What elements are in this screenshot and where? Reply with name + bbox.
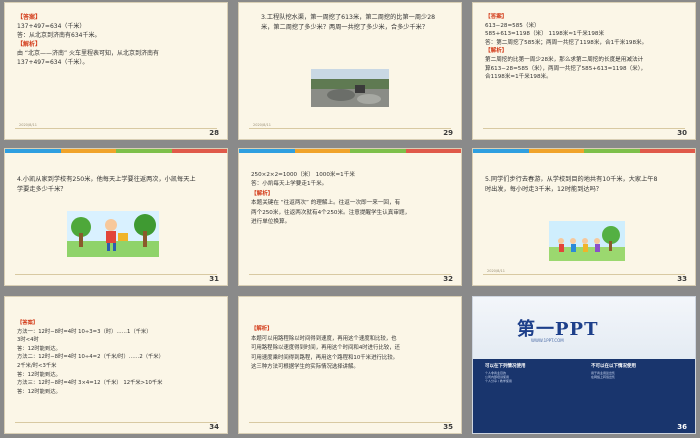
slide-content: 【答案】 137+497=634（千米） 答：从北京到济南有634千米。 【解析… [17,13,217,67]
slide-thumbnail-34[interactable]: 【答案】 方法一：12时−8时=4时 10÷3=3（时）……1（千米） 3时<4… [4,296,228,434]
slide-thumbnail-28[interactable]: 【答案】 137+497=634（千米） 答：从北京到济南有634千米。 【解析… [4,2,228,140]
text-line: 进行单位换算。 [251,219,291,226]
usage-allowed-heading: 可以在下列情况使用 [485,364,526,369]
text-line: 由 “北京——济南” 火车里程表可知，从北京到济南有 [17,50,160,57]
slide-thumbnail-36[interactable]: 第一PPT WWW.1PPT.COM 可以在下列情况使用 个人非商业目的 公司内… [472,296,696,434]
text-line: 可用速度乘时间得到路程，再用这个路程和10千米进行比较。 [251,354,399,361]
color-bar [239,149,461,153]
text-line: 答：从北京到济南有634千米。 [17,32,101,39]
question-line: 时出发，每小时走3千米，12时能到达吗？ [485,186,602,193]
slide-content: 【解析】 本题可以用路程除以时间得到速度，再用这个速度和比较，也 可用路程除以速… [251,325,451,373]
list-item: 个人分享 / 教学使用 [485,379,512,384]
spring-outing-illustration [549,221,625,261]
text-line: 方法二：12时−8时=4时 10÷4=2（千米/时）……2（千米） [17,354,164,361]
text-line: 3时<4时 [17,337,39,344]
text-line: 2千米/时<3千米 [17,362,57,369]
slide-number: 29 [443,129,453,137]
answer-tag: 【答案】 [485,14,508,20]
slide-date: 2020/8/11 [19,123,37,127]
slide-sorter-grid: 【答案】 137+497=634（千米） 答：从北京到济南有634千米。 【解析… [0,0,700,438]
text-line: 两个250米，往返两次就有4个250米。注意提醒学生认真审题， [251,209,411,216]
slide-thumbnail-31[interactable]: 4.小凯从家到学校有250米，他每天上学要往返两次，小凯每天上 学要走多少千米？… [4,148,228,286]
slide-number: 32 [443,275,453,283]
question-line: 5.同学们步行去春游，从学校到目的地共有10千米，大家上午8 [485,176,658,183]
boy-walking-illustration [67,211,159,257]
slide-number: 28 [209,129,219,137]
text-line: 本题可以用路程除以时间得到速度，再用这个速度和比较，也 [251,335,397,342]
text-line: 方法三：12时−8时=4时 3×4=12（千米） 12千米>10千米 [17,380,163,387]
text-line: 第二周挖的比第一周少28米，那么求第二周挖的长度是用减法计 [485,56,644,63]
text-line: 方法一：12时−8时=4时 10÷3=3（时）……1（千米） [17,328,152,335]
text-line: 137+497=634（千米） [17,23,86,30]
color-bar [5,149,227,153]
divider [15,274,217,275]
text-line: 答：小凯每天上学要走1千米。 [251,181,328,188]
usage-allowed-list: 个人非商业目的 公司内部培训使用 个人分享 / 教学使用 [485,371,512,384]
analysis-tag: 【解析】 [485,48,508,55]
slide-content: 5.同学们步行去春游，从学校到目的地共有10千米，大家上午8 时出发，每小时走3… [485,175,685,195]
slide-number: 36 [677,423,687,431]
question-line: 学要走多少千米？ [17,186,67,193]
text-line: 613−28=585（米） [485,22,540,29]
analysis-tag: 【解析】 [251,326,273,332]
slide-thumbnail-33[interactable]: 5.同学们步行去春游，从学校到目的地共有10千米，大家上午8 时出发，每小时走3… [472,148,696,286]
text-line: 答：12时能到达。 [17,388,61,395]
answer-tag: 【答案】 [17,320,39,326]
slide-thumbnail-32[interactable]: 250×2×2=1000（米） 1000米=1千米 答：小凯每天上学要走1千米。… [238,148,462,286]
divider [15,422,217,423]
text-line: 585+613=1198（米） 1198米≈1千米198米 [485,31,605,38]
slide-number: 30 [677,129,687,137]
canal-photo [311,69,389,107]
divider [15,128,217,129]
analysis-tag: 【解析】 [251,190,274,197]
text-line: 137+497=634（千米）。 [17,59,89,66]
text-line: 250×2×2=1000（米） 1000米=1千米 [251,172,355,178]
usage-forbidden-heading: 不可以在以下情况使用 [591,364,636,369]
slide-date: 2020/8/11 [253,123,271,127]
slide-number: 35 [443,423,453,431]
slide-number: 33 [677,275,687,283]
slide-thumbnail-35[interactable]: 【解析】 本题可以用路程除以时间得到速度，再用这个速度和比较，也 可用路程除以速… [238,296,462,434]
text-line: 这三种方法可根据学生的实际情况选择讲解。 [251,364,359,371]
slide-date: 2020/8/11 [487,269,505,273]
text-line: 答：第二周挖了585米；两周一共挖了1198米，合1千米198米。 [485,39,648,46]
slide-content: 【答案】 613−28=585（米） 585+613=1198（米） 1198米… [485,13,685,82]
divider [249,422,451,423]
divider [249,274,451,275]
divider [483,274,685,275]
question-line: 米，第二周挖了多少米？两周一共挖了多少米，合多少千米？ [261,24,429,31]
text-line: 算613−28=585（米），两周一共挖了585+613=1198（米）， [485,65,647,72]
slide-content: 【答案】 方法一：12时−8时=4时 10÷3=3（时）……1（千米） 3时<4… [17,319,217,396]
usage-forbidden-list: 用于商业用途出售 在网络上转载出售 [591,371,615,379]
slide-number: 34 [209,423,219,431]
slide-content: 4.小凯从家到学校有250米，他每天上学要往返两次，小凯每天上 学要走多少千米？ [17,175,217,195]
slide-content: 250×2×2=1000（米） 1000米=1千米 答：小凯每天上学要走1千米。… [251,171,451,227]
answer-tag: 【答案】 [17,14,42,21]
question-line: 4.小凯从家到学校有250米，他每天上学要往返两次，小凯每天上 [17,176,196,183]
analysis-tag: 【解析】 [17,41,42,48]
logo-url: WWW.1PPT.COM [531,338,564,343]
text-line: 答：12时能到达。 [17,345,61,352]
slide-content: 3.工程队挖水渠，第一周挖了613米，第二周挖的比第一周少28 米，第二周挖了多… [261,13,451,33]
divider [483,128,685,129]
slide-thumbnail-29[interactable]: 3.工程队挖水渠，第一周挖了613米，第二周挖的比第一周少28 米，第二周挖了多… [238,2,462,140]
slide-number: 31 [209,275,219,283]
text-line: 可用路程除以速度得到时间，再用这个时间和4时进行比较，还 [251,345,400,352]
question-line: 3.工程队挖水渠，第一周挖了613米，第二周挖的比第一周少28 [261,14,436,21]
list-item: 在网络上转载出售 [591,375,616,380]
text-line: 答：12时能到达。 [17,371,61,378]
text-line: 本题关键在 “往返两次” 的理解上。往返一次即一来一回，有 [251,200,401,207]
color-bar [473,149,695,153]
text-line: 合1198米=1千米198米。 [485,74,552,81]
divider [249,128,451,129]
slide-thumbnail-30[interactable]: 【答案】 613−28=585（米） 585+613=1198（米） 1198米… [472,2,696,140]
